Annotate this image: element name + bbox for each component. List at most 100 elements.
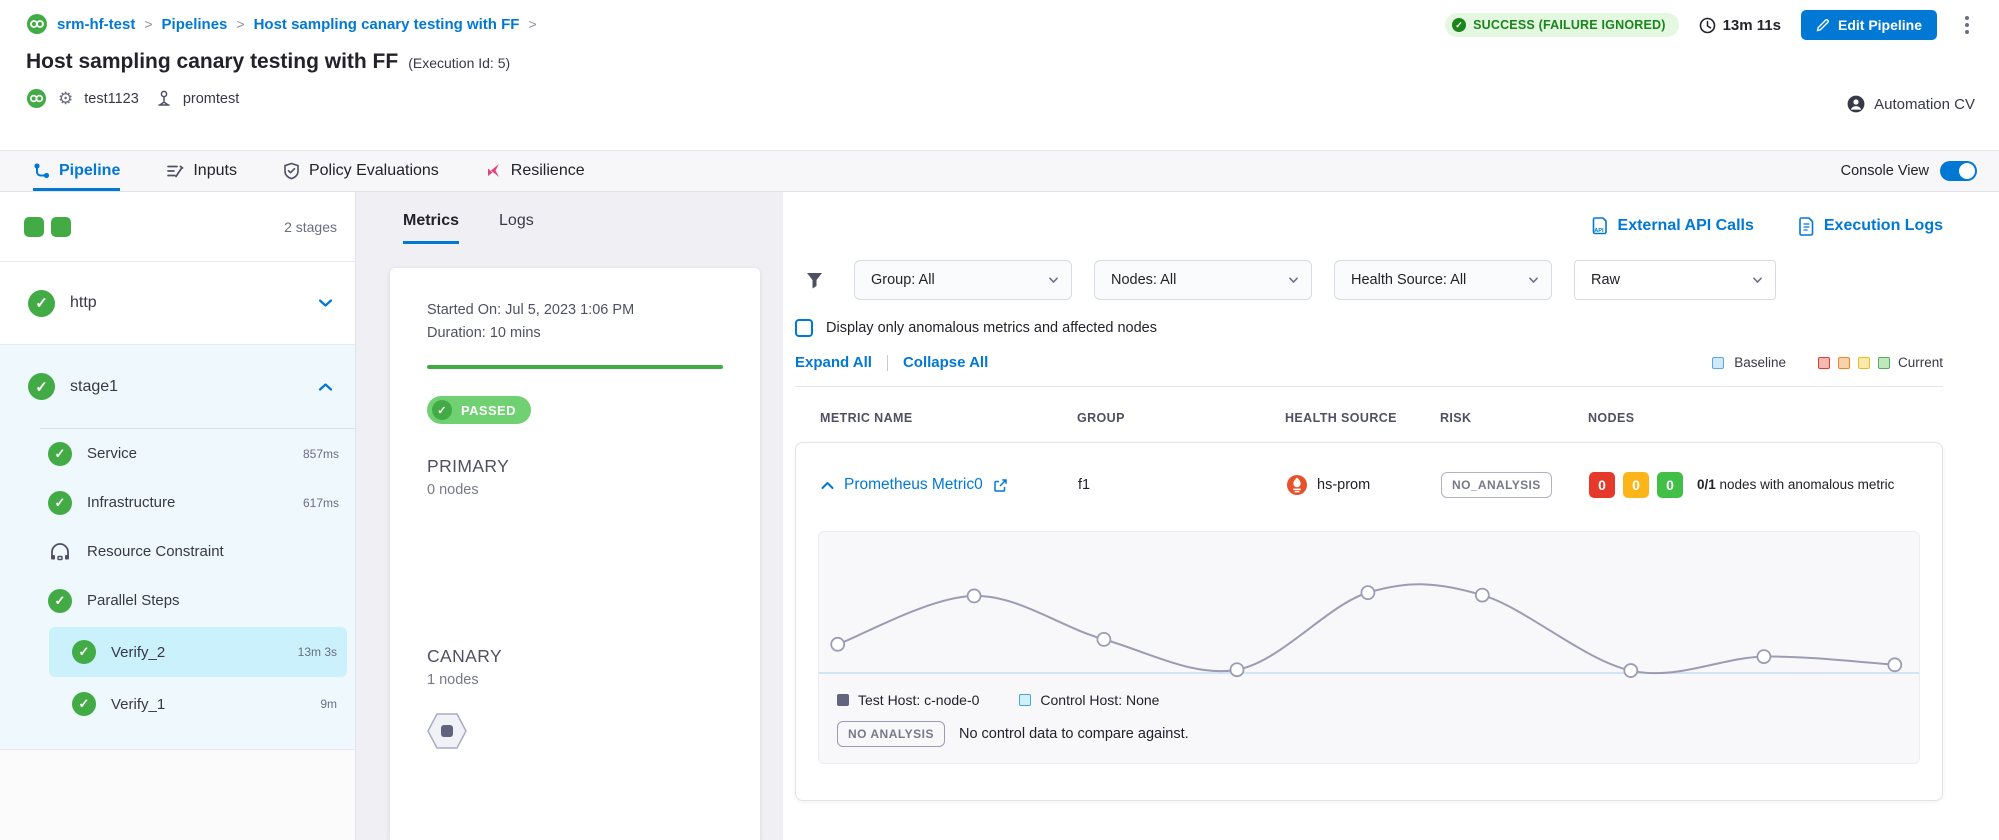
control-host-swatch [1019, 694, 1031, 706]
nodes-summary-text: nodes with anomalous metric [1716, 477, 1895, 492]
success-check-icon: ✓ [28, 290, 55, 317]
sidebar-step-verify-2[interactable]: ✓ Verify_2 13m 3s [49, 627, 347, 677]
external-api-calls-link[interactable]: API External API Calls [1591, 216, 1754, 236]
external-link-icon[interactable] [993, 478, 1008, 493]
execution-logs-icon [1798, 216, 1815, 236]
chevron-down-icon [1528, 276, 1539, 284]
sidebar-stage-stage1[interactable]: ✓ stage1 [0, 345, 355, 428]
tab-pipeline-label: Pipeline [59, 162, 120, 180]
edit-pipeline-button[interactable]: Edit Pipeline [1801, 10, 1937, 40]
execution-logs-link[interactable]: Execution Logs [1798, 216, 1943, 236]
nodes-filter-dropdown[interactable]: Nodes: All [1094, 260, 1312, 300]
tab-resilience[interactable]: Resilience [485, 151, 585, 191]
success-check-icon: ✓ [72, 640, 96, 664]
tab-pipeline[interactable]: Pipeline [33, 151, 120, 191]
anomalous-only-label: Display only anomalous metrics and affec… [826, 320, 1157, 336]
tab-policy-evaluations-label: Policy Evaluations [309, 162, 439, 180]
sidebar-stage-http[interactable]: ✓ http [0, 262, 355, 345]
metric-chart[interactable] [819, 540, 1919, 690]
expand-all-link[interactable]: Expand All [795, 354, 872, 371]
sidebar-footer [0, 749, 355, 840]
anomalous-only-checkbox[interactable] [795, 319, 813, 337]
chevron-up-icon[interactable] [318, 382, 333, 392]
stage-square-icon [24, 217, 44, 237]
chevron-down-icon [1752, 276, 1763, 284]
sidebar-step-resource-constraint[interactable]: Resource Constraint [0, 527, 355, 576]
col-nodes: NODES [1588, 411, 1943, 425]
verification-summary-panel: Metrics Logs Started On: Jul 5, 2023 1:0… [356, 192, 783, 840]
current-legend-swatch-orange [1838, 357, 1850, 369]
metric-row-card: Prometheus Metric0 f1 hs-prom NO_ANALYSI… [795, 442, 1943, 801]
success-check-icon: ✓ [48, 442, 72, 466]
current-legend-label: Current [1898, 355, 1943, 370]
collapse-metric-chevron-icon[interactable] [821, 481, 834, 490]
kebab-menu[interactable] [1957, 12, 1977, 38]
current-legend-swatch-yellow [1858, 357, 1870, 369]
test-host-label: Test Host: c-node-0 [858, 692, 979, 708]
step-duration: 617ms [303, 496, 339, 510]
sidebar-step-verify-1[interactable]: ✓ Verify_1 9m [49, 679, 347, 729]
divider [795, 386, 1943, 387]
tab-logs[interactable]: Logs [499, 212, 534, 244]
success-check-icon: ✓ [48, 491, 72, 515]
view-mode-dropdown[interactable]: Raw [1574, 260, 1776, 300]
test-host-swatch [837, 694, 849, 706]
risk-badge: NO_ANALYSIS [1441, 472, 1552, 498]
tab-metrics[interactable]: Metrics [403, 212, 459, 244]
breadcrumb-pipelines[interactable]: Pipelines [162, 16, 228, 33]
sidebar-step-infrastructure[interactable]: ✓ Infrastructure 617ms [0, 478, 355, 527]
execution-duration-value: 13m 11s [1723, 17, 1781, 34]
chart-color-legend: Baseline Current [1712, 355, 1943, 370]
tab-policy-evaluations[interactable]: Policy Evaluations [283, 151, 439, 191]
progress-bar [427, 365, 723, 369]
execution-logs-label: Execution Logs [1824, 217, 1943, 235]
verification-duration: Duration: 10 mins [427, 325, 723, 341]
user-icon [1847, 95, 1865, 113]
triggered-by: Automation CV [1847, 95, 1975, 113]
external-api-calls-label: External API Calls [1618, 217, 1754, 235]
service-name[interactable]: test1123 [84, 91, 139, 107]
stage-summary: 2 stages [0, 192, 355, 262]
external-api-icon: API [1591, 216, 1609, 236]
inputs-icon [166, 163, 184, 179]
pipeline-icon [33, 162, 50, 179]
chevron-down-icon[interactable] [318, 298, 333, 308]
nodes-filter-value: Nodes: All [1111, 272, 1176, 288]
execution-id: (Execution Id: 5) [408, 55, 510, 71]
table-row: Prometheus Metric0 f1 hs-prom NO_ANALYSI… [796, 443, 1942, 527]
step-label: Infrastructure [87, 494, 175, 511]
filter-icon[interactable] [805, 271, 824, 290]
environment-name[interactable]: promtest [183, 91, 239, 107]
breadcrumb-project[interactable]: srm-hf-test [57, 16, 135, 33]
group-filter-dropdown[interactable]: Group: All [854, 260, 1072, 300]
tab-inputs[interactable]: Inputs [166, 151, 237, 191]
control-host-legend: Control Host: None [1019, 692, 1159, 708]
test-host-legend: Test Host: c-node-0 [837, 692, 979, 708]
node-count-badge-green: 0 [1657, 472, 1683, 498]
shield-check-icon [283, 162, 300, 180]
no-analysis-message: No control data to compare against. [959, 726, 1189, 742]
health-source-name: hs-prom [1317, 477, 1370, 493]
sidebar-step-parallel-steps[interactable]: ✓ Parallel Steps [0, 576, 355, 625]
gear-icon: ⚙ [58, 90, 73, 107]
col-group: GROUP [1077, 411, 1285, 425]
step-label: Resource Constraint [87, 543, 224, 560]
success-check-icon: ✓ [72, 692, 96, 716]
step-label: Parallel Steps [87, 592, 180, 609]
health-source-filter-dropdown[interactable]: Health Source: All [1334, 260, 1552, 300]
collapse-all-link[interactable]: Collapse All [903, 354, 988, 371]
breadcrumb-pipeline[interactable]: Host sampling canary testing with FF [254, 16, 520, 33]
passed-badge: ✓ PASSED [427, 396, 531, 424]
step-label: Verify_1 [111, 696, 165, 713]
tab-inputs-label: Inputs [193, 162, 237, 180]
sidebar-step-service[interactable]: ✓ Service 857ms [0, 429, 355, 478]
metric-name-link[interactable]: Prometheus Metric0 [844, 476, 983, 494]
clock-icon [1699, 17, 1716, 34]
canary-node-hexagon-icon[interactable] [427, 712, 467, 750]
console-view-toggle[interactable] [1940, 161, 1977, 181]
console-view-label: Console View [1841, 163, 1929, 179]
nodes-summary-count: 0/1 [1697, 477, 1716, 492]
node-count-badge-red: 0 [1589, 472, 1615, 498]
divider [887, 355, 888, 371]
col-risk: RISK [1440, 411, 1588, 425]
